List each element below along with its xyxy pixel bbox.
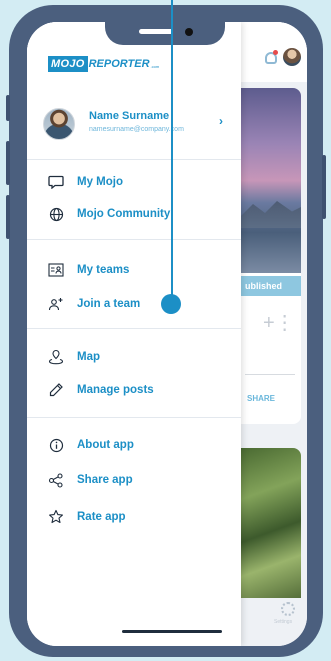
- speaker-grille: [139, 29, 173, 34]
- logo-mojo: MOJO: [48, 56, 88, 72]
- profile-email: namesurname@company.com: [89, 126, 184, 133]
- menu-item-label: Share app: [77, 474, 133, 486]
- notification-dot: [273, 50, 278, 55]
- post-image-2[interactable]: [241, 448, 301, 598]
- divider: [27, 328, 241, 329]
- menu-item-manage-posts[interactable]: Manage posts: [47, 379, 237, 401]
- volume-down-button: [6, 195, 10, 239]
- logo-com: .com: [150, 64, 160, 69]
- menu-item-label: About app: [77, 439, 134, 451]
- teams-icon: [47, 261, 65, 279]
- menu-item-label: My Mojo: [77, 176, 123, 188]
- menu-item-label: Mojo Community: [77, 208, 171, 220]
- add-user-icon: [47, 295, 65, 313]
- profile-name: Name Surname: [89, 110, 170, 122]
- post-image: [241, 88, 301, 273]
- avatar: [43, 108, 75, 140]
- menu-item-label: Join a team: [77, 298, 141, 310]
- divider: [27, 159, 241, 160]
- menu-item-label: My teams: [77, 264, 130, 276]
- share-icon: [47, 471, 65, 489]
- menu-item-my-teams[interactable]: My teams: [47, 259, 237, 281]
- side-button: [6, 95, 10, 121]
- menu-item-label: Rate app: [77, 511, 126, 523]
- card-divider: [245, 374, 295, 375]
- divider: [27, 417, 241, 418]
- power-button: [322, 155, 326, 219]
- globe-icon: [47, 205, 65, 223]
- volume-up-button: [6, 141, 10, 185]
- star-icon: [47, 508, 65, 526]
- info-icon: [47, 436, 65, 454]
- menu-item-map[interactable]: Map: [47, 346, 237, 368]
- chevron-right-icon: ›: [219, 114, 223, 128]
- share-button[interactable]: SHARE: [247, 394, 275, 403]
- menu-item-share-app[interactable]: Share app: [47, 469, 237, 491]
- front-camera: [185, 28, 193, 36]
- logo-reporter: REPORTER: [88, 58, 150, 70]
- profile-row[interactable]: Name Surname namesurname@company.com ›: [27, 102, 241, 158]
- navigation-drawer: MOJO REPORTER .com Name Surname namesurn…: [27, 22, 241, 646]
- menu-item-rate-app[interactable]: Rate app: [47, 506, 237, 528]
- chat-bubble-icon: [47, 173, 65, 191]
- mojo-reporter-logo: MOJO REPORTER .com: [48, 55, 159, 73]
- map-pin-icon: [47, 348, 65, 366]
- divider: [27, 239, 241, 240]
- callout-pointer-dot: [161, 294, 181, 314]
- menu-item-my-mojo[interactable]: My Mojo: [47, 171, 237, 193]
- pencil-icon: [47, 381, 65, 399]
- phone-screen: ublished +⋮ SHARE Settings MOJO REPORTER…: [27, 22, 307, 646]
- menu-item-label: Map: [77, 351, 100, 363]
- settings-label: Settings: [274, 619, 293, 625]
- home-indicator[interactable]: [122, 630, 222, 633]
- post-card[interactable]: ublished +⋮ SHARE: [241, 88, 301, 424]
- menu-item-about-app[interactable]: About app: [47, 434, 237, 456]
- gear-icon[interactable]: [281, 602, 295, 616]
- status-badge: ublished: [241, 276, 301, 296]
- menu-item-mojo-community[interactable]: Mojo Community: [47, 203, 237, 225]
- menu-item-join-a-team[interactable]: Join a team: [47, 293, 237, 315]
- header-avatar[interactable]: [283, 48, 301, 66]
- add-icon[interactable]: +⋮: [263, 310, 295, 335]
- phone-notch: [105, 22, 225, 45]
- callout-pointer-line: [171, 0, 173, 304]
- menu-item-label: Manage posts: [77, 384, 154, 396]
